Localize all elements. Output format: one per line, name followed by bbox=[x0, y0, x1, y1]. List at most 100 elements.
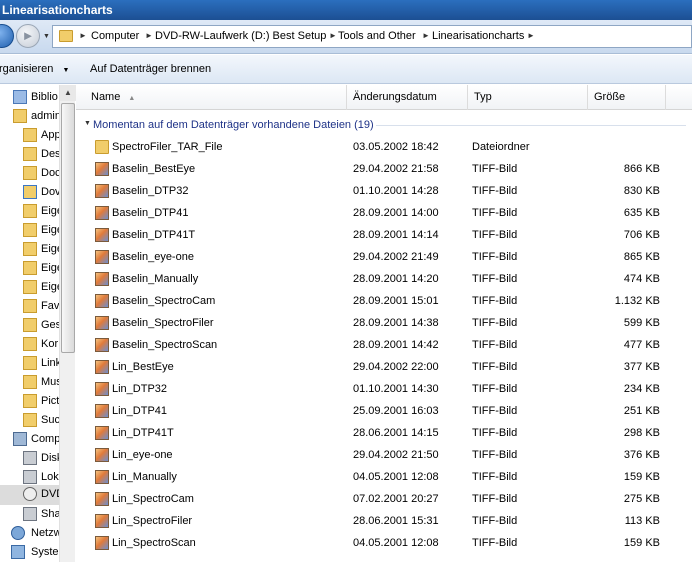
folder-icon bbox=[23, 356, 37, 370]
file-size: 830 KB bbox=[623, 185, 660, 197]
breadcrumb-computer[interactable]: Computer bbox=[91, 30, 139, 42]
chevron-right-icon[interactable]: ► bbox=[527, 31, 535, 40]
group-header[interactable]: ▼ Momentan auf dem Datenträger vorhanden… bbox=[76, 116, 692, 134]
nav-item-eige-2[interactable]: Eige bbox=[0, 221, 59, 240]
folder-icon bbox=[23, 299, 37, 313]
list-item[interactable]: Baselin_DTP41 28.09.2001 14:00 TIFF-Bild 63… bbox=[76, 202, 692, 224]
nav-item-ges[interactable]: Ges bbox=[0, 316, 59, 335]
tiff-image-icon bbox=[95, 228, 109, 242]
nav-item-doc[interactable]: Doc bbox=[0, 164, 59, 183]
computer-icon bbox=[13, 432, 27, 446]
tiff-image-icon bbox=[95, 426, 109, 440]
list-item[interactable]: Baselin_DTP32 01.10.2001 14:28 TIFF-Bild 83… bbox=[76, 180, 692, 202]
nav-item-des[interactable]: Des bbox=[0, 145, 59, 164]
column-header-type[interactable]: Typ bbox=[468, 85, 588, 110]
nav-item-libraries[interactable]: Biblio bbox=[0, 88, 59, 107]
nav-item-suc[interactable]: Suc bbox=[0, 411, 59, 430]
nav-item-label: Netzw bbox=[31, 527, 60, 539]
scroll-thumb[interactable] bbox=[61, 103, 75, 353]
tiff-image-icon bbox=[95, 470, 109, 484]
nav-item-pict[interactable]: Pict bbox=[0, 392, 59, 411]
file-type: TIFF-Bild bbox=[472, 295, 518, 307]
list-item[interactable]: SpectroFiler_TAR_File 03.05.2002 18:42 Dat… bbox=[76, 136, 692, 158]
file-name: Baselin_DTP41T bbox=[112, 229, 196, 241]
address-field[interactable]: ► Computer ► DVD-RW-Laufwerk (D:) Best S… bbox=[52, 25, 692, 48]
breadcrumb-dvd-drive[interactable]: DVD-RW-Laufwerk (D:) Best Setup bbox=[155, 30, 326, 42]
list-item[interactable]: Lin_Manually 04.05.2001 12:08 TIFF-Bild 159… bbox=[76, 466, 692, 488]
dvd-icon bbox=[23, 487, 37, 501]
nav-item-sha[interactable]: Sha bbox=[0, 505, 59, 524]
file-size: 159 KB bbox=[623, 471, 660, 483]
list-item[interactable]: Baselin_SpectroFiler 28.09.2001 14:38 TIFF… bbox=[76, 312, 692, 334]
navigation-scrollbar[interactable]: ▲ bbox=[59, 85, 76, 562]
file-date: 04.05.2001 12:08 bbox=[353, 471, 439, 483]
recent-pages-chevron-icon[interactable]: ▼ bbox=[43, 33, 50, 40]
nav-item-dvd[interactable]: DVD bbox=[0, 485, 59, 505]
download-folder-icon bbox=[23, 185, 37, 199]
column-header-date[interactable]: Änderungsdatum bbox=[347, 85, 468, 110]
nav-item-computer[interactable]: Comp bbox=[0, 430, 59, 449]
nav-item-label: Mus bbox=[41, 376, 60, 388]
file-size: 251 KB bbox=[623, 405, 660, 417]
burn-to-disc-button[interactable]: Auf Datenträger brennen bbox=[90, 63, 211, 75]
file-name: Lin_DTP41T bbox=[112, 427, 174, 439]
file-size: 159 KB bbox=[623, 537, 660, 549]
list-item[interactable]: Lin_BestEye 29.04.2002 22:00 TIFF-Bild 377 … bbox=[76, 356, 692, 378]
back-button[interactable] bbox=[0, 24, 14, 48]
nav-item-label: admin bbox=[31, 110, 60, 122]
collapse-group-icon[interactable]: ▼ bbox=[84, 120, 91, 127]
nav-item-kor[interactable]: Kor bbox=[0, 335, 59, 354]
nav-item-label: Dov bbox=[41, 186, 60, 198]
list-item[interactable]: Baselin_BestEye 29.04.2002 21:58 TIFF-Bild… bbox=[76, 158, 692, 180]
nav-item-mus[interactable]: Mus bbox=[0, 373, 60, 392]
file-date: 28.09.2001 14:00 bbox=[353, 207, 439, 219]
list-item[interactable]: Lin_DTP41 25.09.2001 16:03 TIFF-Bild 251 KB bbox=[76, 400, 692, 422]
list-item[interactable]: Lin_eye-one 29.04.2002 21:50 TIFF-Bild 376 … bbox=[76, 444, 692, 466]
file-name: Lin_Manually bbox=[112, 471, 177, 483]
file-size: 706 KB bbox=[623, 229, 660, 241]
chevron-right-icon[interactable]: ► bbox=[145, 31, 153, 40]
list-item[interactable]: Lin_SpectroFiler 28.06.2001 15:31 TIFF-Bil… bbox=[76, 510, 692, 532]
breadcrumb-tools-and-other[interactable]: Tools and Other bbox=[338, 30, 416, 42]
list-item[interactable]: Baselin_SpectroScan 28.09.2001 14:42 TIFF-… bbox=[76, 334, 692, 356]
nav-item-system[interactable]: Syste bbox=[0, 543, 59, 562]
nav-item-label: App bbox=[41, 129, 60, 141]
nav-item-eige-5[interactable]: Eige bbox=[0, 278, 59, 297]
file-size: 477 KB bbox=[623, 339, 660, 351]
list-item[interactable]: Lin_SpectroCam 07.02.2001 20:27 TIFF-Bild 2… bbox=[76, 488, 692, 510]
list-item[interactable]: Baselin_SpectroCam 28.09.2001 15:01 TIFF-B… bbox=[76, 290, 692, 312]
file-date: 28.09.2001 14:42 bbox=[353, 339, 439, 351]
nav-item-eige-1[interactable]: Eige bbox=[0, 202, 59, 221]
nav-item-eige-3[interactable]: Eige bbox=[0, 240, 59, 259]
nav-item-network[interactable]: Netzw bbox=[0, 524, 60, 543]
nav-item-link[interactable]: Link bbox=[0, 354, 59, 373]
chevron-right-icon[interactable]: ► bbox=[329, 31, 337, 40]
nav-item-label: Biblio bbox=[31, 91, 58, 103]
nav-item-fav[interactable]: Fav bbox=[0, 297, 59, 316]
list-item[interactable]: Baselin_eye-one 29.04.2002 21:49 TIFF-Bild… bbox=[76, 246, 692, 268]
drive-icon bbox=[23, 470, 37, 484]
list-item[interactable]: Baselin_DTP41T 28.09.2001 14:14 TIFF-Bild 7… bbox=[76, 224, 692, 246]
list-item[interactable]: Lin_SpectroScan 04.05.2001 12:08 TIFF-Bild… bbox=[76, 532, 692, 554]
list-item[interactable]: Lin_DTP32 01.10.2001 14:30 TIFF-Bild 234 KB bbox=[76, 378, 692, 400]
nav-item-disk[interactable]: Disk bbox=[0, 449, 59, 468]
nav-item-dov[interactable]: Dov bbox=[0, 183, 60, 202]
breadcrumb-linearisationcharts[interactable]: Linearisationcharts bbox=[432, 30, 524, 42]
nav-item-eige-4[interactable]: Eige bbox=[0, 259, 59, 278]
chevron-right-icon[interactable]: ► bbox=[422, 31, 430, 40]
organize-button[interactable]: rganisieren ▼ bbox=[0, 63, 69, 75]
column-header-size[interactable]: Größe bbox=[588, 85, 666, 110]
column-header-name[interactable]: Name ▲ bbox=[76, 85, 347, 110]
nav-item-label: DVD bbox=[41, 488, 59, 500]
nav-item-label: Eige bbox=[41, 262, 59, 274]
list-item[interactable]: Lin_DTP41T 28.06.2001 14:15 TIFF-Bild 298 K… bbox=[76, 422, 692, 444]
nav-item-app[interactable]: App bbox=[0, 126, 60, 145]
folder-icon bbox=[95, 140, 109, 154]
forward-button[interactable]: ► bbox=[16, 24, 40, 48]
chevron-right-icon[interactable]: ► bbox=[79, 31, 87, 40]
list-item[interactable]: Baselin_Manually 28.09.2001 14:20 TIFF-Bil… bbox=[76, 268, 692, 290]
nav-item-admin[interactable]: admin bbox=[0, 107, 60, 126]
file-date: 29.04.2002 21:58 bbox=[353, 163, 439, 175]
scroll-up-icon[interactable]: ▲ bbox=[60, 85, 76, 101]
file-name: Baselin_SpectroFiler bbox=[112, 317, 214, 329]
